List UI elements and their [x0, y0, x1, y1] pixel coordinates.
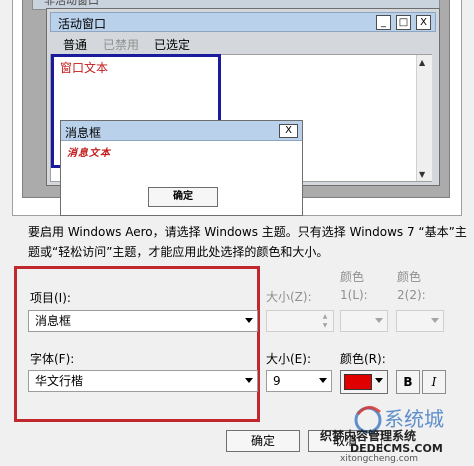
message-box-ok-button[interactable]: 确定 [148, 187, 218, 207]
message-box-title: 消息框 [65, 126, 102, 140]
chevron-down-icon [375, 378, 383, 383]
chevron-down-icon [431, 318, 439, 323]
font-label: 字体(F): [30, 352, 75, 366]
active-window-title: 活动窗口 [58, 17, 107, 31]
aero-description: 要启用 Windows Aero，请选择 Windows 主题。只有选择 Win… [28, 225, 467, 259]
scroll-down-icon[interactable]: ▼ [419, 170, 425, 179]
font-color-picker[interactable] [340, 370, 388, 394]
font-size-value: 9 [273, 374, 281, 388]
font-select-value: 华文行楷 [35, 374, 84, 388]
scrollbar[interactable] [416, 55, 432, 181]
spinner-arrows-icon[interactable]: ▲ ▼ [319, 312, 331, 330]
size-label: 大小(Z): [266, 290, 312, 304]
font-color-label: 颜色(R): [340, 352, 386, 366]
color2-label: 颜色 2(2): [397, 270, 426, 302]
watermark-logo-icon: 系统城 织梦内容管理系统 DEDECMS.COM xitongcheng.com [320, 406, 444, 464]
bold-button[interactable]: B [396, 370, 420, 394]
minimize-icon[interactable]: _ [376, 15, 391, 30]
ok-button[interactable]: 确定 [226, 430, 300, 452]
message-box-close-icon[interactable]: X [279, 124, 298, 138]
size-spinner[interactable]: ▲ ▼ [266, 310, 334, 332]
font-size-select[interactable]: 9 [266, 370, 332, 392]
item-label: 项目(I): [30, 291, 71, 305]
menu-item-disabled[interactable]: 已禁用 [103, 36, 139, 53]
item-select-value: 消息框 [35, 314, 72, 328]
message-text: 消息文本 [67, 148, 111, 159]
chevron-down-icon [245, 378, 253, 383]
font-select[interactable]: 华文行楷 [28, 370, 258, 392]
color2-picker[interactable] [396, 310, 444, 332]
italic-button[interactable]: I [422, 370, 446, 394]
chevron-down-icon [245, 318, 253, 323]
maximize-icon[interactable]: □ [396, 15, 411, 30]
color1-label: 颜色 1(L): [340, 270, 368, 302]
menu-item-normal[interactable]: 普通 [63, 36, 87, 53]
watermark-line4: xitongcheng.com [340, 454, 418, 463]
inactive-window-title: 非活动窗口 [44, 0, 99, 7]
watermark-line2: 织梦内容管理系统 [320, 428, 416, 443]
color-swatch [344, 374, 372, 390]
item-select[interactable]: 消息框 [28, 310, 258, 332]
scroll-up-icon[interactable]: ▲ [419, 58, 425, 67]
color1-picker[interactable] [340, 310, 388, 332]
chevron-down-icon [375, 318, 383, 323]
menu-item-selected[interactable]: 已选定 [154, 36, 190, 53]
site-watermark: 系统城 织梦内容管理系统 DEDECMS.COM xitongcheng.com [310, 398, 474, 464]
close-icon[interactable]: X [416, 15, 431, 30]
watermark-line1: 系统城 [384, 407, 444, 431]
font-size-label: 大小(E): [266, 352, 311, 366]
chevron-down-icon [319, 378, 327, 383]
